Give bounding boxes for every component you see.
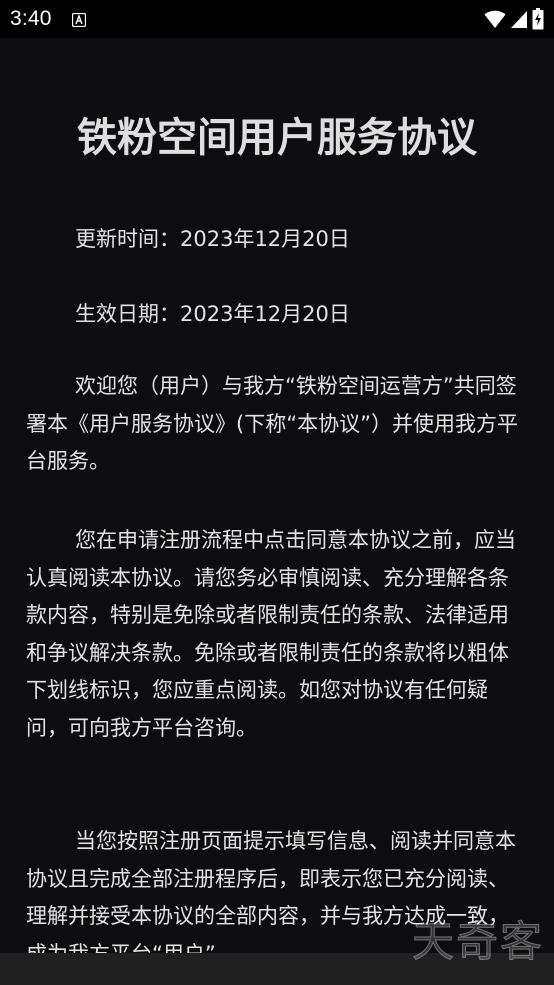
font-a-notification-icon <box>71 12 86 28</box>
wifi-icon <box>484 9 506 33</box>
effective-date: 生效日期：2023年12月20日 <box>75 302 350 326</box>
phone-screen: 3:40 铁粉空间用户服务协议 更新时间：2023年12月20日 生效日期：20… <box>0 0 554 985</box>
status-time: 3:40 <box>10 7 52 30</box>
battery-charging-icon <box>532 8 544 34</box>
agreement-content[interactable]: 铁粉空间用户服务协议 更新时间：2023年12月20日 生效日期：2023年12… <box>0 38 554 953</box>
welcome-paragraph: 欢迎您（用户）与我方“铁粉空间运营方”共同签署本《用户服务协议》(下称“本协议”… <box>26 374 518 473</box>
navigation-bar <box>0 953 554 985</box>
page-title: 铁粉空间用户服务协议 <box>77 115 477 161</box>
cell-signal-icon <box>510 9 528 33</box>
updated-date: 更新时间：2023年12月20日 <box>75 227 350 251</box>
read-notice-paragraph: 您在申请注册流程中点击同意本协议之前，应当认真阅读本协议。请您务必审慎阅读、充分… <box>26 528 516 740</box>
status-icons <box>484 8 544 34</box>
registration-paragraph: 当您按照注册页面提示填写信息、阅读并同意本协议且完成全部注册程序后，即表示您已充… <box>26 829 516 953</box>
status-bar: 3:40 <box>0 0 554 38</box>
